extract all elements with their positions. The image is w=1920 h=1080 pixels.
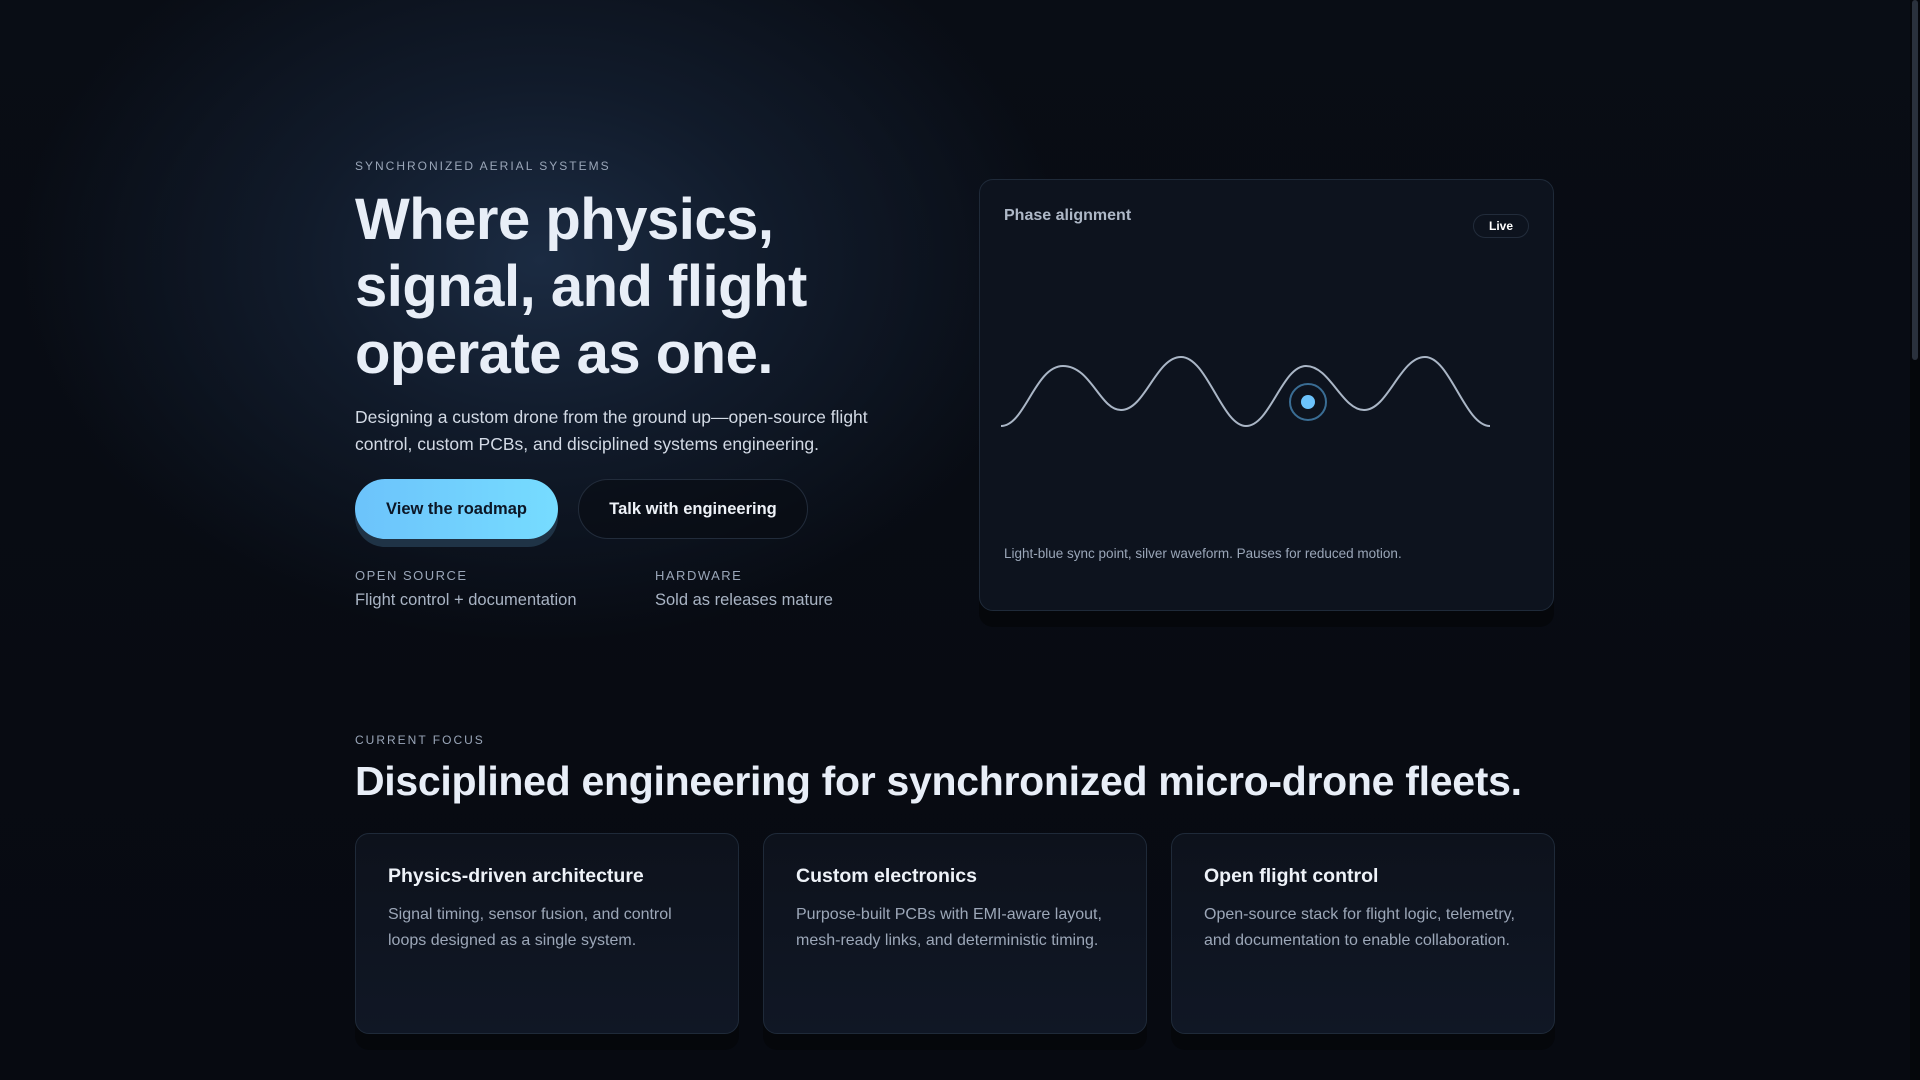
card-body: Signal timing, sensor fusion, and contro… <box>388 906 672 949</box>
hero-eyebrow: SYNCHRONIZED AERIAL SYSTEMS <box>355 159 611 173</box>
meta-value: Flight control + documentation <box>355 591 577 609</box>
scrollbar[interactable] <box>1910 0 1920 1080</box>
meta-label: HARDWARE <box>655 568 743 583</box>
focus-card: Custom electronics Purpose-built PCBs wi… <box>763 833 1147 1034</box>
meta-open-source: OPEN SOURCE Flight control + documentati… <box>355 568 577 610</box>
card-title: Physics-driven architecture <box>388 865 644 887</box>
scrollbar-thumb[interactable] <box>1912 0 1918 360</box>
focus-eyebrow: CURRENT FOCUS <box>355 733 485 747</box>
meta-label: OPEN SOURCE <box>355 568 468 583</box>
card-title: Open flight control <box>1204 865 1379 887</box>
hero-lead: Designing a custom drone from the ground… <box>355 407 868 454</box>
sync-point <box>1301 395 1315 409</box>
waveform-line <box>1000 355 1491 428</box>
card-title: Custom electronics <box>796 865 977 887</box>
focus-card: Physics-driven architecture Signal timin… <box>355 833 739 1034</box>
view-roadmap-button[interactable]: View the roadmap <box>355 479 558 539</box>
panel-caption: Light-blue sync point, silver waveform. … <box>1004 546 1402 561</box>
card-body: Open-source stack for flight logic, tele… <box>1204 906 1515 949</box>
focus-card: Open flight control Open-source stack fo… <box>1171 833 1555 1034</box>
phase-alignment-panel: Phase alignment Live Light-blue sync poi… <box>979 179 1554 611</box>
talk-with-engineering-button[interactable]: Talk with engineering <box>578 479 808 539</box>
meta-value: Sold as releases mature <box>655 591 833 609</box>
focus-title: Disciplined engineering for synchronized… <box>355 758 1522 804</box>
meta-hardware: HARDWARE Sold as releases mature <box>655 568 833 610</box>
card-body: Purpose-built PCBs with EMI-aware layout… <box>796 906 1102 949</box>
hero-title: Where physics, signal, and flight operat… <box>355 187 807 386</box>
